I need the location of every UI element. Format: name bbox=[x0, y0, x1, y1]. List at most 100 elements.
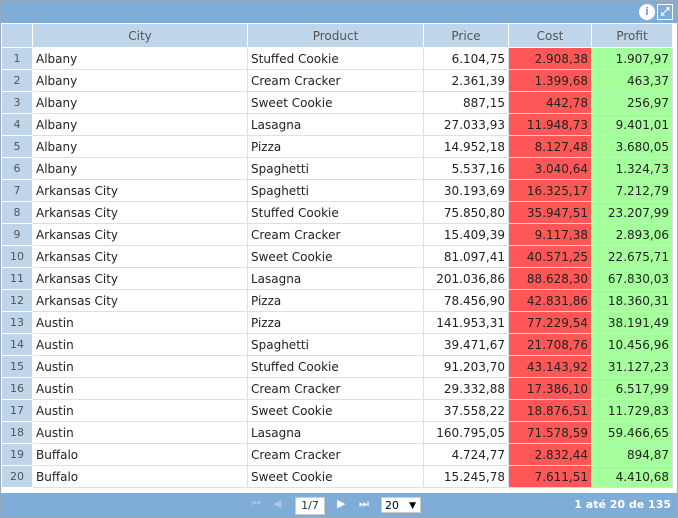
city-cell: Buffalo bbox=[32, 465, 248, 488]
column-header-cost[interactable]: Cost bbox=[508, 23, 592, 48]
table-row[interactable]: 1 Albany Stuffed Cookie 6.104,75 2.908,38 1.9… bbox=[1, 47, 673, 70]
cost-cell: 21.708,76 bbox=[508, 333, 592, 356]
product-cell: Stuffed Cookie bbox=[247, 201, 424, 224]
profit-cell: 11.729,83 bbox=[591, 399, 673, 422]
profit-cell: 894,87 bbox=[591, 443, 673, 466]
product-cell: Pizza bbox=[247, 289, 424, 312]
table-row[interactable]: 10 Arkansas City Sweet Cookie 81.097,41 40.5… bbox=[1, 245, 673, 268]
table-row[interactable]: 20 Buffalo Sweet Cookie 15.245,78 7.611,51 4.… bbox=[1, 465, 673, 488]
row-number: 2 bbox=[1, 69, 33, 92]
profit-cell: 22.675,71 bbox=[591, 245, 673, 268]
profit-cell: 256,97 bbox=[591, 91, 673, 114]
row-number: 5 bbox=[1, 135, 33, 158]
table-row[interactable]: 4 Albany Lasagna 27.033,93 11.948,73 9.401,01 bbox=[1, 113, 673, 136]
price-cell: 201.036,86 bbox=[423, 267, 509, 290]
table-row[interactable]: 16 Austin Cream Cracker 29.332,88 17.386,10 6… bbox=[1, 377, 673, 400]
column-header-product[interactable]: Product bbox=[247, 23, 424, 48]
row-number: 3 bbox=[1, 91, 33, 114]
next-page-icon[interactable]: ▶ bbox=[337, 497, 345, 510]
price-cell: 27.033,93 bbox=[423, 113, 509, 136]
price-cell: 141.953,31 bbox=[423, 311, 509, 334]
record-summary: 1 até 20 de 135 bbox=[574, 498, 671, 511]
row-number: 10 bbox=[1, 245, 33, 268]
row-number-header bbox=[1, 23, 33, 48]
row-number: 7 bbox=[1, 179, 33, 202]
city-cell: Arkansas City bbox=[32, 201, 248, 224]
row-number: 8 bbox=[1, 201, 33, 224]
product-cell: Lasagna bbox=[247, 113, 424, 136]
cost-cell: 7.611,51 bbox=[508, 465, 592, 488]
price-cell: 81.097,41 bbox=[423, 245, 509, 268]
cost-cell: 77.229,54 bbox=[508, 311, 592, 334]
table-row[interactable]: 6 Albany Spaghetti 5.537,16 3.040,64 1.324,73 bbox=[1, 157, 673, 180]
price-cell: 6.104,75 bbox=[423, 47, 509, 70]
city-cell: Arkansas City bbox=[32, 223, 248, 246]
city-cell: Albany bbox=[32, 135, 248, 158]
last-page-icon[interactable]: ⏭ bbox=[359, 497, 369, 511]
product-cell: Spaghetti bbox=[247, 179, 424, 202]
table-row[interactable]: 11 Arkansas City Lasagna 201.036,86 88.628,3… bbox=[1, 267, 673, 290]
row-number: 9 bbox=[1, 223, 33, 246]
column-header-city[interactable]: City bbox=[32, 23, 248, 48]
price-cell: 160.795,05 bbox=[423, 421, 509, 444]
header-row: City Product Price Cost Profit bbox=[1, 23, 673, 48]
profit-cell: 9.401,01 bbox=[591, 113, 673, 136]
column-header-profit[interactable]: Profit bbox=[591, 23, 673, 48]
page-size-select[interactable]: 20 ▼ bbox=[381, 497, 421, 513]
table-row[interactable]: 2 Albany Cream Cracker 2.361,39 1.399,68 463,… bbox=[1, 69, 673, 92]
info-icon[interactable]: i bbox=[639, 4, 655, 20]
city-cell: Arkansas City bbox=[32, 267, 248, 290]
cost-cell: 18.876,51 bbox=[508, 399, 592, 422]
profit-cell: 18.360,31 bbox=[591, 289, 673, 312]
cost-cell: 17.386,10 bbox=[508, 377, 592, 400]
table-row[interactable]: 15 Austin Stuffed Cookie 91.203,70 43.143,92… bbox=[1, 355, 673, 378]
first-page-icon[interactable]: ⏮ bbox=[251, 497, 261, 511]
cost-cell: 11.948,73 bbox=[508, 113, 592, 136]
cost-cell: 40.571,25 bbox=[508, 245, 592, 268]
city-cell: Austin bbox=[32, 355, 248, 378]
expand-icon[interactable]: ⤢ bbox=[657, 4, 673, 20]
table-row[interactable]: 3 Albany Sweet Cookie 887,15 442,78 256,97 bbox=[1, 91, 673, 114]
product-cell: Cream Cracker bbox=[247, 69, 424, 92]
row-number: 18 bbox=[1, 421, 33, 444]
table-row[interactable]: 19 Buffalo Cream Cracker 4.724,77 2.832,44 89… bbox=[1, 443, 673, 466]
pagination-bar: ⏮ ◀ 1/7 ▶ ⏭ 20 ▼ 1 até 20 de 135 bbox=[1, 493, 677, 517]
product-cell: Sweet Cookie bbox=[247, 91, 424, 114]
price-cell: 2.361,39 bbox=[423, 69, 509, 92]
table-row[interactable]: 13 Austin Pizza 141.953,31 77.229,54 38.191,4… bbox=[1, 311, 673, 334]
page-input[interactable]: 1/7 bbox=[295, 497, 325, 515]
profit-cell: 67.830,03 bbox=[591, 267, 673, 290]
city-cell: Albany bbox=[32, 113, 248, 136]
cost-cell: 3.040,64 bbox=[508, 157, 592, 180]
prev-page-icon[interactable]: ◀ bbox=[273, 497, 281, 510]
table-row[interactable]: 9 Arkansas City Cream Cracker 15.409,39 9.11… bbox=[1, 223, 673, 246]
product-cell: Lasagna bbox=[247, 421, 424, 444]
table-row[interactable]: 8 Arkansas City Stuffed Cookie 75.850,80 35.… bbox=[1, 201, 673, 224]
table-row[interactable]: 7 Arkansas City Spaghetti 30.193,69 16.325,1… bbox=[1, 179, 673, 202]
table-row[interactable]: 18 Austin Lasagna 160.795,05 71.578,59 59.466… bbox=[1, 421, 673, 444]
price-cell: 29.332,88 bbox=[423, 377, 509, 400]
row-number: 16 bbox=[1, 377, 33, 400]
city-cell: Buffalo bbox=[32, 443, 248, 466]
row-number: 4 bbox=[1, 113, 33, 136]
table-row[interactable]: 17 Austin Sweet Cookie 37.558,22 18.876,51 11… bbox=[1, 399, 673, 422]
price-cell: 91.203,70 bbox=[423, 355, 509, 378]
table-row[interactable]: 14 Austin Spaghetti 39.471,67 21.708,76 10.45… bbox=[1, 333, 673, 356]
city-cell: Arkansas City bbox=[32, 179, 248, 202]
product-cell: Sweet Cookie bbox=[247, 399, 424, 422]
price-cell: 39.471,67 bbox=[423, 333, 509, 356]
price-cell: 15.245,78 bbox=[423, 465, 509, 488]
city-cell: Austin bbox=[32, 377, 248, 400]
cost-cell: 35.947,51 bbox=[508, 201, 592, 224]
city-cell: Albany bbox=[32, 91, 248, 114]
table-row[interactable]: 5 Albany Pizza 14.952,18 8.127,48 3.680,05 bbox=[1, 135, 673, 158]
profit-cell: 38.191,49 bbox=[591, 311, 673, 334]
profit-cell: 31.127,23 bbox=[591, 355, 673, 378]
column-header-price[interactable]: Price bbox=[423, 23, 509, 48]
row-number: 13 bbox=[1, 311, 33, 334]
row-number: 20 bbox=[1, 465, 33, 488]
profit-cell: 23.207,99 bbox=[591, 201, 673, 224]
table-row[interactable]: 12 Arkansas City Pizza 78.456,90 42.831,86 18… bbox=[1, 289, 673, 312]
profit-cell: 6.517,99 bbox=[591, 377, 673, 400]
price-cell: 30.193,69 bbox=[423, 179, 509, 202]
